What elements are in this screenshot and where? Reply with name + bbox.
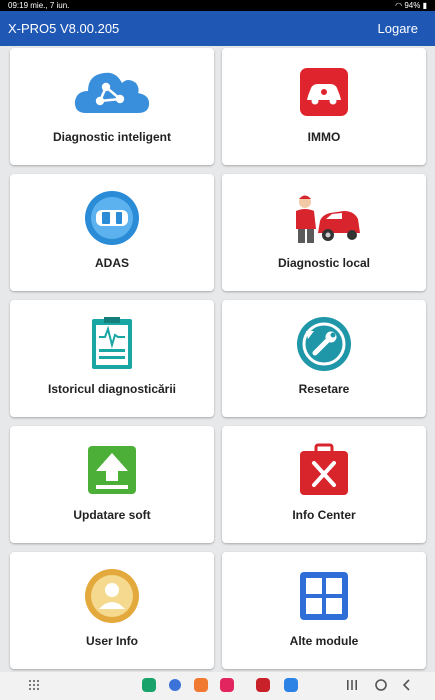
status-right: ◠ 94% ▮: [395, 0, 427, 11]
car-radar-icon: [85, 191, 139, 245]
status-bar: 09:19 mie., 7 iun. ◠ 94% ▮: [0, 0, 435, 11]
status-time: 09:19: [8, 1, 29, 10]
tile-label: ADAS: [94, 256, 129, 270]
tile-label: Alte module: [289, 634, 359, 648]
apps-grid-icon[interactable]: [28, 678, 40, 692]
tile-label: Updatare soft: [73, 508, 151, 522]
tile-label: Resetare: [298, 382, 350, 396]
tile-label: Info Center: [292, 508, 356, 522]
contacts-app-icon[interactable]: [194, 678, 208, 692]
reset-wrench-icon: [297, 317, 351, 371]
tile-label: User Info: [85, 634, 138, 648]
tile-label: IMMO: [307, 130, 341, 144]
login-button[interactable]: Logare: [378, 11, 418, 46]
messages-app-icon[interactable]: [168, 678, 182, 692]
tile-resetare[interactable]: Resetare: [222, 300, 426, 417]
app-bar: X-PRO5 V8.00.205 Logare: [0, 11, 435, 46]
tile-label: Diagnostic local: [277, 256, 371, 270]
upload-arrow-icon: [88, 446, 136, 494]
app-title: X-PRO5 V8.00.205: [8, 21, 120, 36]
phone-app-icon[interactable]: [142, 678, 156, 692]
clipboard-waveform-icon: [92, 317, 132, 369]
tile-adas[interactable]: ADAS: [10, 174, 214, 291]
home-icon[interactable]: [374, 678, 388, 692]
android-nav-bar: [0, 672, 435, 700]
diagnostic-app-icon[interactable]: [256, 678, 270, 692]
back-icon[interactable]: [402, 678, 412, 692]
battery-icon: ▮: [422, 1, 427, 10]
modules-grid-icon: [300, 572, 348, 620]
tile-diagnostic-inteligent[interactable]: Diagnostic inteligent: [10, 48, 214, 165]
status-time-date: 09:19 mie., 7 iun.: [8, 0, 69, 11]
user-icon: [85, 569, 139, 623]
tile-istoricul-diagnosticarii[interactable]: Istoricul diagnosticării: [10, 300, 214, 417]
tile-info-center[interactable]: Info Center: [222, 426, 426, 543]
mechanic-car-icon: [296, 195, 360, 243]
wifi-icon: ◠: [395, 1, 403, 10]
tile-alte-module[interactable]: Alte module: [222, 552, 426, 669]
tile-label: Diagnostic inteligent: [52, 130, 171, 144]
cloud-share-icon: [74, 72, 150, 113]
screen-recorder-app-icon[interactable]: [220, 678, 234, 692]
car-key-icon: [300, 68, 348, 116]
toolbox-icon: [300, 443, 348, 495]
tile-updatare-soft[interactable]: Updatare soft: [10, 426, 214, 543]
tile-label: Istoricul diagnosticării: [47, 382, 177, 396]
remote-app-icon[interactable]: [284, 678, 298, 692]
tile-immo[interactable]: IMMO: [222, 48, 426, 165]
recent-apps-icon[interactable]: [346, 678, 358, 692]
battery-level: 94%: [404, 1, 421, 10]
tile-user-info[interactable]: User Info: [10, 552, 214, 669]
tile-diagnostic-local[interactable]: Diagnostic local: [222, 174, 426, 291]
status-date: mie., 7 iun.: [30, 1, 70, 10]
